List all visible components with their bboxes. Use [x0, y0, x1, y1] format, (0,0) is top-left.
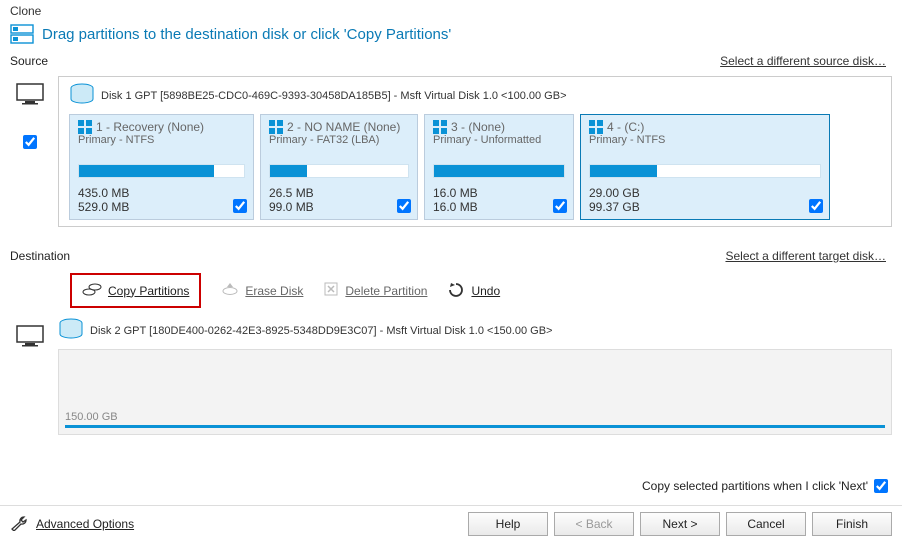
source-disk-box: Disk 1 GPT [5898BE25-CDC0-469C-9393-3045… — [58, 76, 892, 227]
select-target-disk-link[interactable]: Select a different target disk… — [725, 249, 886, 263]
finish-button[interactable]: Finish — [812, 512, 892, 536]
source-disk-header: Disk 1 GPT [5898BE25-CDC0-469C-9393-3045… — [101, 90, 567, 102]
partition-used: 29.00 GB99.37 GB — [589, 186, 640, 214]
monitor-icon — [15, 82, 45, 109]
delete-partition-button[interactable]: Delete Partition — [323, 281, 427, 300]
copy-when-next-label: Copy selected partitions when I click 'N… — [642, 479, 868, 493]
partition-card[interactable]: 4 - (C:) Primary - NTFS 29.00 GB99.37 GB — [580, 114, 830, 220]
delete-icon — [323, 281, 339, 300]
partition-title: 1 - Recovery (None) — [96, 120, 204, 134]
partition-checkbox[interactable] — [397, 199, 411, 213]
windows-icon — [589, 120, 603, 134]
windows-icon — [433, 120, 447, 134]
partition-usage-bar — [78, 164, 245, 178]
help-button[interactable]: Help — [468, 512, 548, 536]
source-section-header: Source Select a different source disk… — [0, 50, 902, 72]
back-button[interactable]: < Back — [554, 512, 634, 536]
partition-card[interactable]: 2 - NO NAME (None) Primary - FAT32 (LBA)… — [260, 114, 418, 220]
partition-checkbox[interactable] — [553, 199, 567, 213]
disk-icon — [69, 83, 95, 108]
partition-usage-bar — [433, 164, 565, 178]
windows-icon — [78, 120, 92, 134]
destination-label: Destination — [10, 249, 70, 263]
erase-icon — [221, 281, 239, 300]
destination-indicator-line — [65, 425, 885, 428]
partition-usage-bar — [269, 164, 409, 178]
partition-used: 26.5 MB99.0 MB — [269, 186, 314, 214]
copy-when-next-checkbox[interactable] — [874, 479, 888, 493]
partition-subtitle: Primary - FAT32 (LBA) — [269, 134, 409, 146]
partition-title: 3 - (None) — [451, 120, 505, 134]
advanced-options-link[interactable]: Advanced Options — [10, 515, 134, 534]
partition-checkbox[interactable] — [233, 199, 247, 213]
undo-icon — [447, 281, 465, 300]
copy-partitions-highlight: Copy Partitions — [70, 273, 201, 308]
partition-title: 2 - NO NAME (None) — [287, 120, 400, 134]
destination-free-label: 150.00 GB — [65, 411, 885, 423]
partition-subtitle: Primary - NTFS — [78, 134, 245, 146]
wrench-icon — [10, 515, 30, 534]
disk-icon — [58, 318, 84, 343]
partition-subtitle: Primary - NTFS — [589, 134, 821, 146]
partition-usage-bar — [589, 164, 821, 178]
copy-icon — [82, 281, 102, 300]
partition-card[interactable]: 1 - Recovery (None) Primary - NTFS 435.0… — [69, 114, 254, 220]
source-label: Source — [10, 54, 48, 68]
copy-partitions-button[interactable]: Copy Partitions — [82, 281, 189, 300]
partition-card[interactable]: 3 - (None) Primary - Unformatted 16.0 MB… — [424, 114, 574, 220]
partition-title: 4 - (C:) — [607, 120, 644, 134]
cancel-button[interactable]: Cancel — [726, 512, 806, 536]
partition-subtitle: Primary - Unformatted — [433, 134, 565, 146]
partition-checkbox[interactable] — [809, 199, 823, 213]
undo-button[interactable]: Undo — [447, 281, 500, 300]
next-button[interactable]: Next > — [640, 512, 720, 536]
destination-partition-area[interactable]: 150.00 GB — [58, 349, 892, 435]
destination-section-header: Destination Select a different target di… — [0, 245, 902, 267]
partition-used: 435.0 MB529.0 MB — [78, 186, 129, 214]
source-select-all-checkbox[interactable] — [23, 135, 37, 149]
disks-icon — [10, 24, 34, 44]
erase-disk-button[interactable]: Erase Disk — [221, 281, 303, 300]
dest-disk-header: Disk 2 GPT [180DE400-0262-42E3-8925-5348… — [90, 325, 552, 337]
window-title: Clone — [0, 0, 902, 22]
instruction-row: Drag partitions to the destination disk … — [0, 22, 902, 50]
partition-used: 16.0 MB16.0 MB — [433, 186, 478, 214]
windows-icon — [269, 120, 283, 134]
select-source-disk-link[interactable]: Select a different source disk… — [720, 54, 886, 68]
monitor-icon — [15, 324, 45, 351]
instruction-text: Drag partitions to the destination disk … — [42, 26, 451, 43]
